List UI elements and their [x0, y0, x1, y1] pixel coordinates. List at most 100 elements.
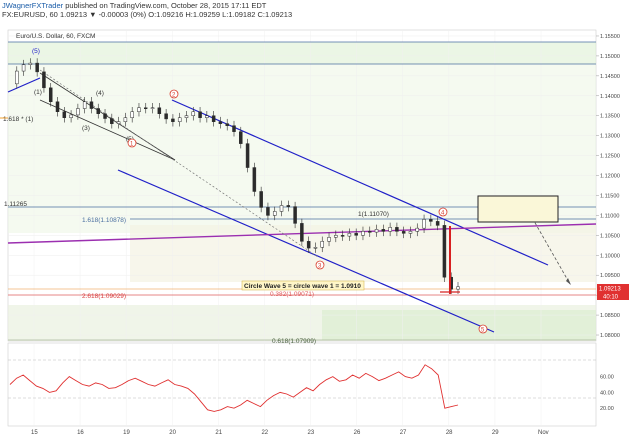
fib-1618-left-label: 1.618 * (1) — [3, 116, 33, 123]
y-tick-label: 1.11000 — [600, 213, 619, 219]
rsi-tick-label: 20.00 — [600, 406, 614, 412]
x-tick-label: 28 — [446, 430, 453, 436]
y-tick-label: 1.08500 — [600, 313, 620, 319]
candle-body — [82, 101, 87, 109]
level-1-11265-label: 1.11265 — [4, 201, 27, 208]
y-tick-label: 1.10000 — [600, 253, 620, 259]
candle-body — [164, 113, 168, 120]
y-tick-label: 1.13500 — [600, 114, 620, 120]
candle-body — [157, 107, 162, 114]
candle-body — [150, 107, 155, 109]
fib-0618-label: 0.618(1.07909) — [272, 338, 316, 345]
y-tick-label: 1.09500 — [600, 273, 620, 279]
countdown-text: 40:10 — [603, 295, 619, 301]
candle-body — [408, 231, 413, 234]
x-tick-label: 20 — [169, 430, 176, 436]
circle-wave-note: Circle Wave 5 = circle wave 1 = 1.0910 — [244, 283, 361, 290]
candle-body — [300, 223, 304, 242]
x-tick-label: 22 — [261, 430, 268, 436]
price-chart[interactable]: Euro/U.S. Dollar, 60, FXCM 1.618 * (1) 1… — [0, 0, 632, 439]
candle-body — [293, 206, 297, 224]
chart-title: Euro/U.S. Dollar, 60, FXCM — [16, 33, 95, 40]
candle-body — [232, 125, 236, 132]
candle-body — [306, 241, 311, 249]
candle-body — [252, 167, 257, 192]
candle-body — [422, 219, 426, 229]
rsi-tick-label: 40.00 — [600, 390, 614, 396]
candle-body — [211, 115, 216, 122]
candle-body — [313, 247, 318, 249]
fib-1618-label: 1.618(1.10878) — [82, 217, 126, 224]
candle-body — [340, 235, 345, 237]
candle-body — [415, 227, 420, 232]
fib-2618-label: 2.618(1.09029) — [82, 293, 126, 300]
candle-body — [279, 205, 284, 212]
candle-body — [103, 113, 107, 119]
candle-body — [320, 241, 324, 248]
x-tick-label: 27 — [400, 430, 407, 436]
candle-body — [21, 64, 26, 72]
rsi-pane — [7, 342, 597, 427]
candle-body — [456, 286, 460, 290]
candle-body — [361, 231, 365, 236]
y-tick-label: 1.10500 — [600, 233, 620, 239]
candle-body — [327, 237, 331, 242]
x-tick-label: 29 — [492, 430, 499, 436]
wave-label-3: (3) — [82, 125, 90, 132]
candle-body — [89, 101, 94, 109]
candle-body — [130, 111, 134, 118]
last-price-text: 1.09213 — [599, 287, 621, 293]
candle-body — [110, 118, 114, 124]
y-tick-label: 1.15500 — [600, 34, 620, 40]
x-tick-label: 26 — [354, 430, 361, 436]
x-tick-label: 16 — [77, 430, 84, 436]
candle-body — [76, 108, 80, 116]
candle-body — [35, 62, 39, 73]
candle-body — [259, 191, 263, 208]
wave-label-5-top: (5) — [32, 48, 40, 55]
y-tick-label: 1.08000 — [600, 333, 620, 339]
target-green-zone — [322, 310, 596, 340]
candle-body — [177, 117, 182, 122]
candle-body — [245, 143, 250, 168]
x-tick-label: 21 — [215, 430, 222, 436]
y-tick-label: 1.13000 — [600, 134, 620, 140]
candle-body — [435, 221, 440, 226]
candle-body — [388, 227, 392, 232]
y-tick-label: 1.15000 — [600, 54, 620, 60]
x-tick-label: 19 — [123, 430, 130, 436]
candle-body — [116, 121, 121, 124]
candle-body — [42, 71, 46, 89]
candle-body — [354, 233, 358, 236]
y-tick-label: 1.12500 — [600, 154, 620, 160]
candle-body — [191, 111, 196, 116]
fib-1-label: 1(1.11070) — [358, 211, 389, 218]
candle-body — [137, 107, 141, 112]
wave-label-1: (1) — [34, 89, 42, 96]
x-tick-label: 15 — [31, 430, 38, 436]
candle-body — [225, 123, 229, 126]
y-tick-label: 1.11500 — [600, 193, 619, 199]
candle-body — [374, 229, 379, 233]
fib-0382-label: 0.382(1.09071) — [270, 291, 314, 298]
target-box[interactable] — [477, 195, 559, 223]
candle-body — [144, 107, 148, 109]
top-resistance-zone — [8, 42, 596, 64]
y-tick-label: 1.12000 — [600, 174, 620, 180]
candle-body — [395, 227, 399, 232]
x-tick-label: Nov — [538, 430, 549, 436]
rsi-tick-label: 60.00 — [600, 375, 614, 381]
candle-body — [401, 231, 406, 234]
candle-body — [442, 225, 447, 278]
candle-body — [123, 117, 128, 122]
candle-body — [96, 108, 100, 114]
candle-body — [55, 101, 60, 112]
candle-body — [198, 111, 202, 118]
candle-body — [239, 131, 243, 144]
y-tick-label: 1.14000 — [600, 94, 620, 100]
candle-body — [286, 205, 291, 207]
time-axis[interactable]: 15 16 19 20 21 22 23 26 27 28 29 Nov — [31, 430, 549, 436]
candle-body — [62, 111, 67, 118]
candle-body — [218, 121, 223, 124]
candle-body — [368, 231, 372, 233]
